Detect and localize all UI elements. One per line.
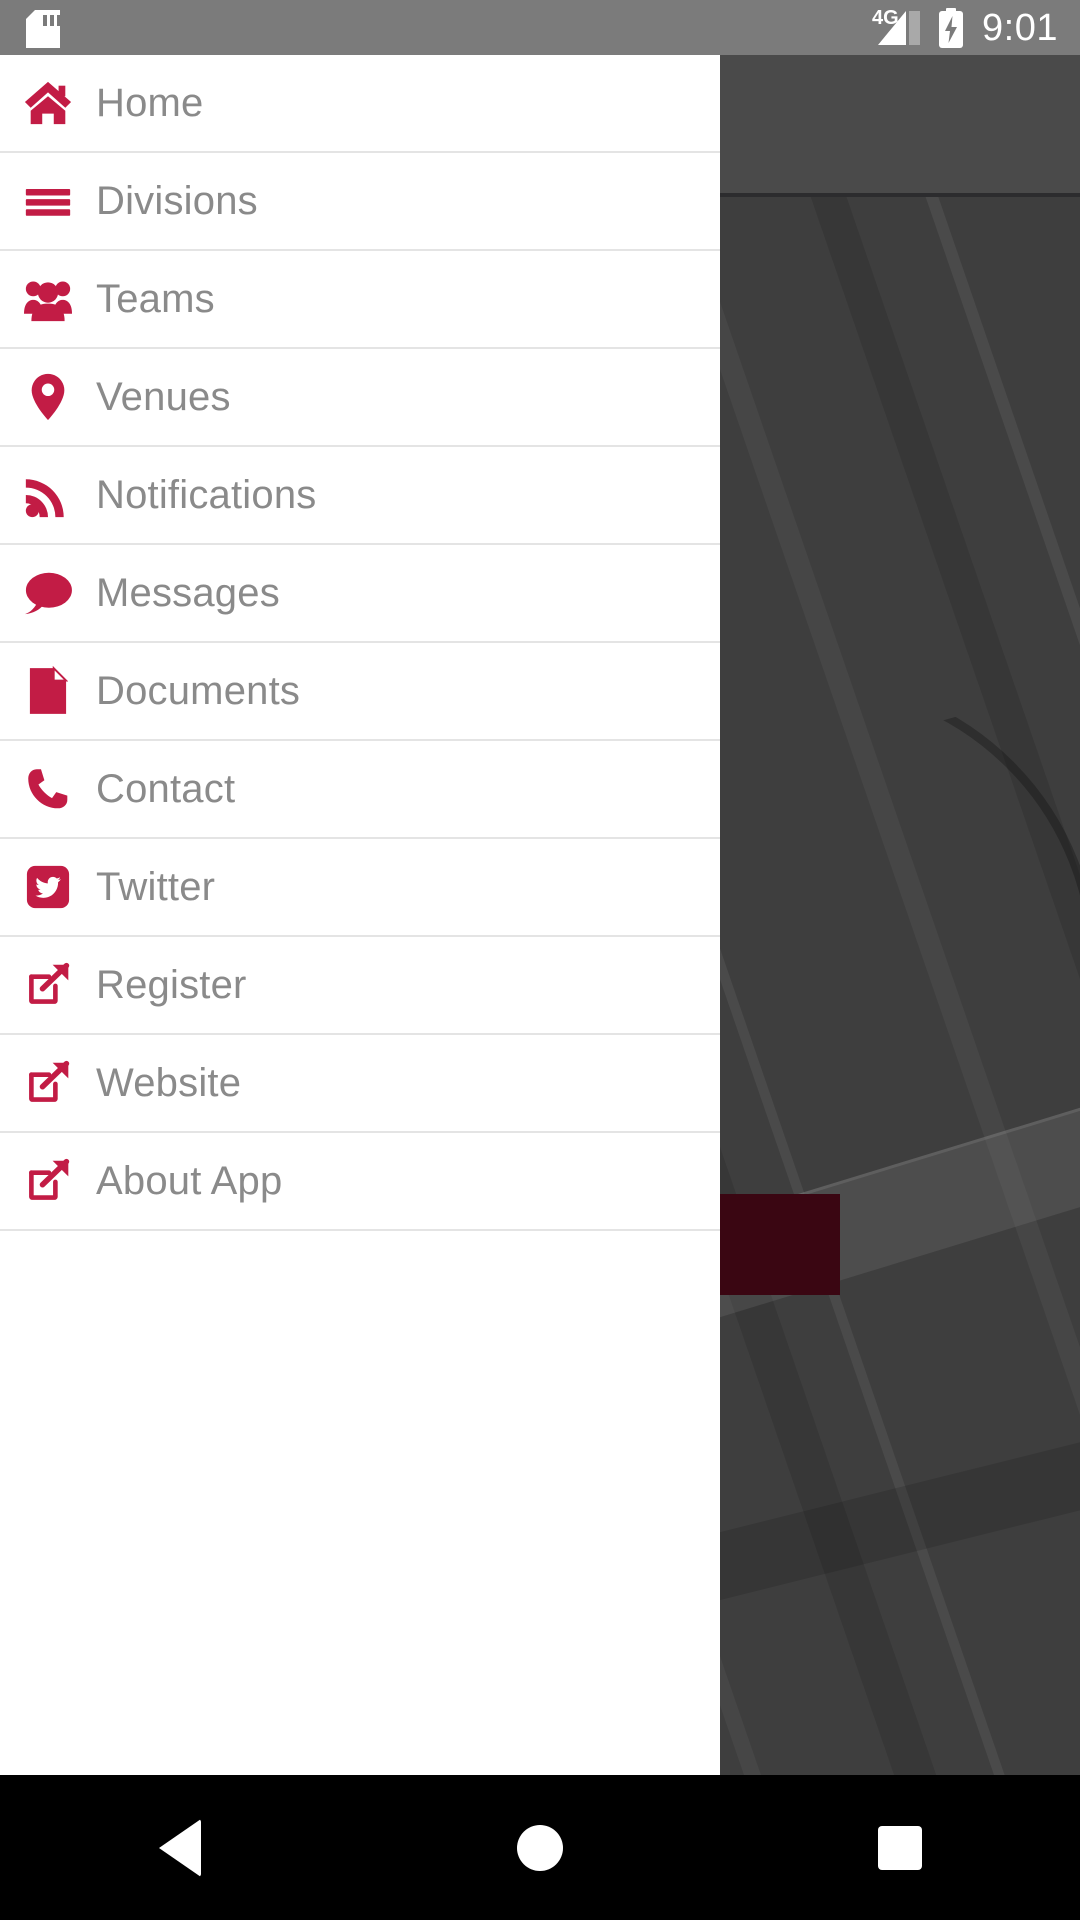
recents-square-icon [878, 1825, 922, 1870]
external-link-icon [0, 1059, 96, 1107]
external-link-icon [0, 961, 96, 1009]
drawer-item-register[interactable]: Register [0, 937, 720, 1035]
back-triangle-icon [159, 1818, 201, 1877]
drawer-item-label: Website [96, 1060, 242, 1105]
drawer-item-label: Home [96, 80, 204, 125]
rss-feed-icon [0, 471, 96, 519]
drawer-item-home[interactable]: Home [0, 55, 720, 153]
sd-card-icon [26, 10, 60, 48]
drawer-item-label: About App [96, 1158, 283, 1203]
drawer-item-label: Messages [96, 570, 280, 615]
drawer-item-notifications[interactable]: Notifications [0, 447, 720, 545]
back-button[interactable] [0, 1775, 360, 1920]
drawer-item-documents[interactable]: Documents [0, 643, 720, 741]
phone-icon [0, 765, 96, 813]
drawer-menu-list: Home Divisions Teams Venues Notification… [0, 55, 720, 1231]
drawer-item-messages[interactable]: Messages [0, 545, 720, 643]
home-icon [0, 78, 96, 128]
drawer-item-about-app[interactable]: About App [0, 1133, 720, 1231]
external-link-icon [0, 1157, 96, 1205]
users-group-icon [0, 275, 96, 323]
phone-screen: 4G 9:01 Home Divisions Teams Venues Noti… [0, 0, 1080, 1920]
home-button[interactable] [360, 1775, 720, 1920]
drawer-item-label: Divisions [96, 178, 258, 223]
drawer-item-contact[interactable]: Contact [0, 741, 720, 839]
signal-bars-icon: 4G [872, 8, 922, 47]
drawer-item-venues[interactable]: Venues [0, 349, 720, 447]
android-navigation-bar [0, 1775, 1080, 1920]
drawer-item-twitter[interactable]: Twitter [0, 839, 720, 937]
list-bars-icon [0, 177, 96, 225]
battery-charging-icon [938, 7, 964, 48]
home-circle-icon [517, 1824, 563, 1871]
drawer-item-label: Twitter [96, 864, 216, 909]
clock-time: 9:01 [982, 6, 1058, 49]
status-bar-right-cluster: 4G 9:01 [872, 0, 1058, 55]
status-bar: 4G 9:01 [0, 0, 1080, 55]
drawer-item-label: Documents [96, 668, 301, 713]
drawer-item-label: Teams [96, 276, 215, 321]
navigation-drawer[interactable]: Home Divisions Teams Venues Notification… [0, 55, 720, 1775]
drawer-item-label: Venues [96, 374, 231, 419]
drawer-item-label: Contact [96, 766, 236, 811]
drawer-empty-space [0, 1231, 720, 1775]
speech-bubble-icon [0, 570, 96, 616]
recents-button[interactable] [720, 1775, 1080, 1920]
document-page-icon [0, 666, 96, 716]
drawer-item-website[interactable]: Website [0, 1035, 720, 1133]
twitter-icon [0, 865, 96, 909]
drawer-item-divisions[interactable]: Divisions [0, 153, 720, 251]
drawer-item-label: Register [96, 962, 247, 1007]
map-pin-icon [0, 372, 96, 422]
drawer-item-label: Notifications [96, 472, 317, 517]
drawer-item-teams[interactable]: Teams [0, 251, 720, 349]
